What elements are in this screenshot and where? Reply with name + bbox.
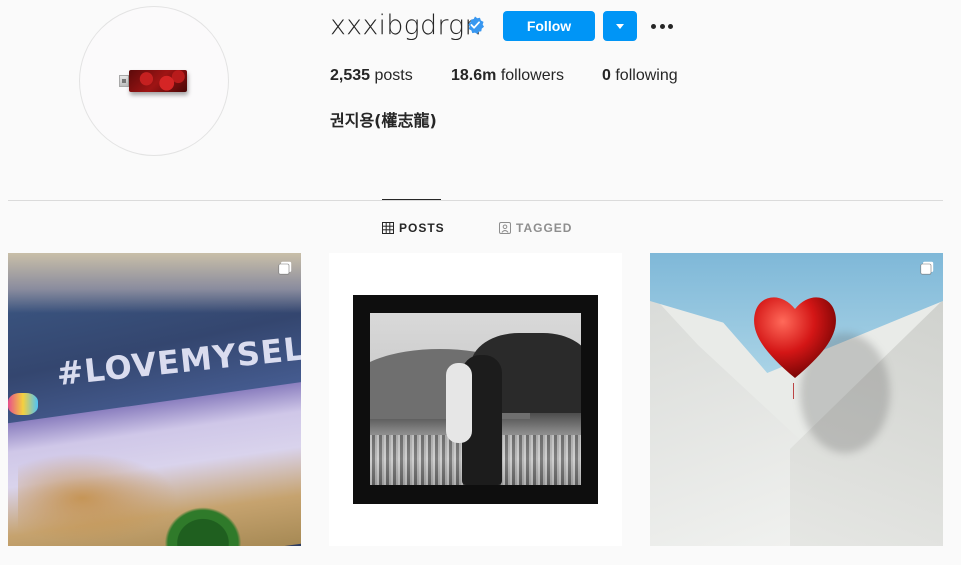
following-count-stat[interactable]: 0 following [602, 67, 678, 85]
follow-button[interactable]: Follow [503, 11, 595, 41]
post-thumbnail[interactable] [329, 253, 622, 546]
verified-badge-icon [468, 16, 484, 34]
followers-count-stat[interactable]: 18.6m followers [451, 67, 564, 85]
profile-avatar[interactable] [79, 6, 229, 156]
tab-posts[interactable]: POSTS [382, 221, 445, 235]
posts-count-stat: 2,535 posts [330, 67, 413, 84]
post-overlay-text: #LOVEMYSELF [54, 326, 301, 394]
grid-icon [382, 222, 394, 234]
post-thumbnail[interactable]: #LOVEMYSELF [8, 253, 301, 546]
usb-drive-image [119, 69, 189, 93]
plant-image [158, 501, 248, 546]
tabs-divider [8, 200, 943, 201]
framed-photo-image [370, 313, 581, 485]
suggested-accounts-dropdown-button[interactable] [603, 11, 637, 41]
post-thumbnail[interactable] [650, 253, 943, 546]
profile-full-name: 권지용(權志龍) [330, 111, 437, 130]
multiple-images-icon [920, 261, 934, 275]
profile-username: xxxibgdrgn [330, 10, 482, 41]
tagged-icon [499, 222, 511, 234]
active-tab-indicator [382, 199, 441, 200]
tab-tagged[interactable]: TAGGED [499, 221, 572, 235]
multiple-images-icon [278, 261, 292, 275]
more-options-icon[interactable] [650, 14, 674, 38]
sneaker-image [8, 393, 38, 415]
heart-balloon-image [754, 297, 836, 378]
